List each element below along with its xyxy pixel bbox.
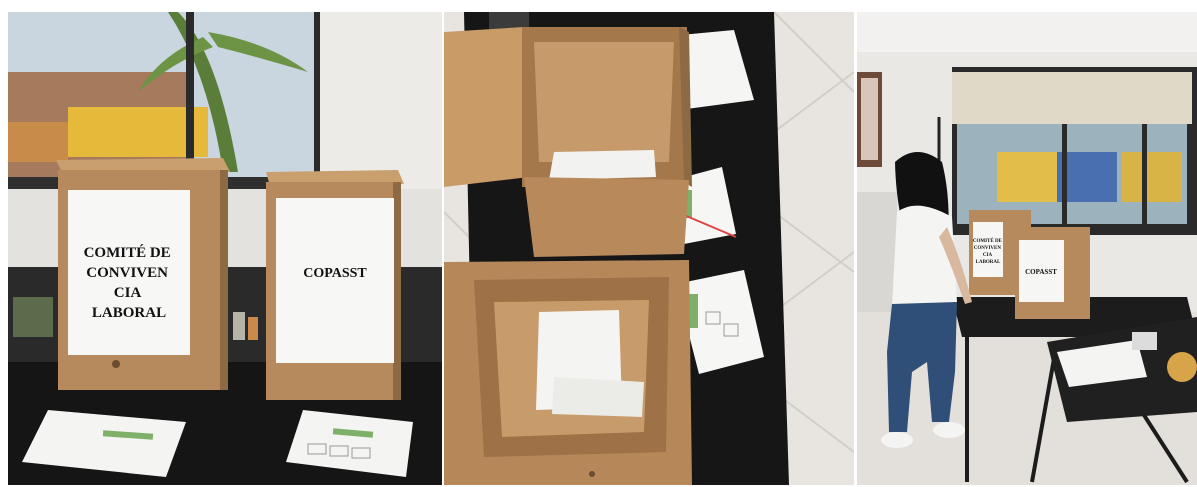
photo-boxes-front: COMITÉ DE CONVIVEN CIA LABORAL COPASST xyxy=(8,12,442,485)
sneaker-right xyxy=(933,422,965,438)
open-box-bottom xyxy=(444,260,692,485)
photo-panel-boxes-front: COMITÉ DE CONVIVEN CIA LABORAL COPASST xyxy=(8,12,442,485)
photo-panel-boxes-open xyxy=(444,12,854,485)
cabinet xyxy=(857,192,897,312)
roller-blind xyxy=(952,72,1192,124)
label-line-4: LABORAL xyxy=(92,305,166,321)
suggestion-box-left: COMITÉ DE CONVIVEN CIA LABORAL xyxy=(56,158,230,390)
suggestion-box-right: COPASST xyxy=(266,170,404,400)
label-line-1: COMITÉ DE xyxy=(84,244,171,261)
label-copasst: COPASST xyxy=(303,266,367,281)
ceiling xyxy=(857,12,1197,52)
label-line-2: CONVIVEN xyxy=(86,265,168,281)
svg-text:COPASST: COPASST xyxy=(1025,268,1057,276)
calculator xyxy=(1132,332,1157,350)
sneaker-left xyxy=(881,432,913,448)
tape-roll xyxy=(1167,352,1197,382)
photo-boxes-open xyxy=(444,12,854,485)
papers-inside-top xyxy=(549,150,656,180)
rooftop xyxy=(8,122,68,162)
label-line-3: CIA xyxy=(114,285,142,301)
suggestion-box-right: COPASST xyxy=(1015,227,1090,319)
photo-panel-person-writing: COMITÉ DE CONVIVEN CIA LABORAL COPASST xyxy=(857,12,1197,485)
photo-person-writing: COMITÉ DE CONVIVEN CIA LABORAL COPASST xyxy=(857,12,1197,485)
